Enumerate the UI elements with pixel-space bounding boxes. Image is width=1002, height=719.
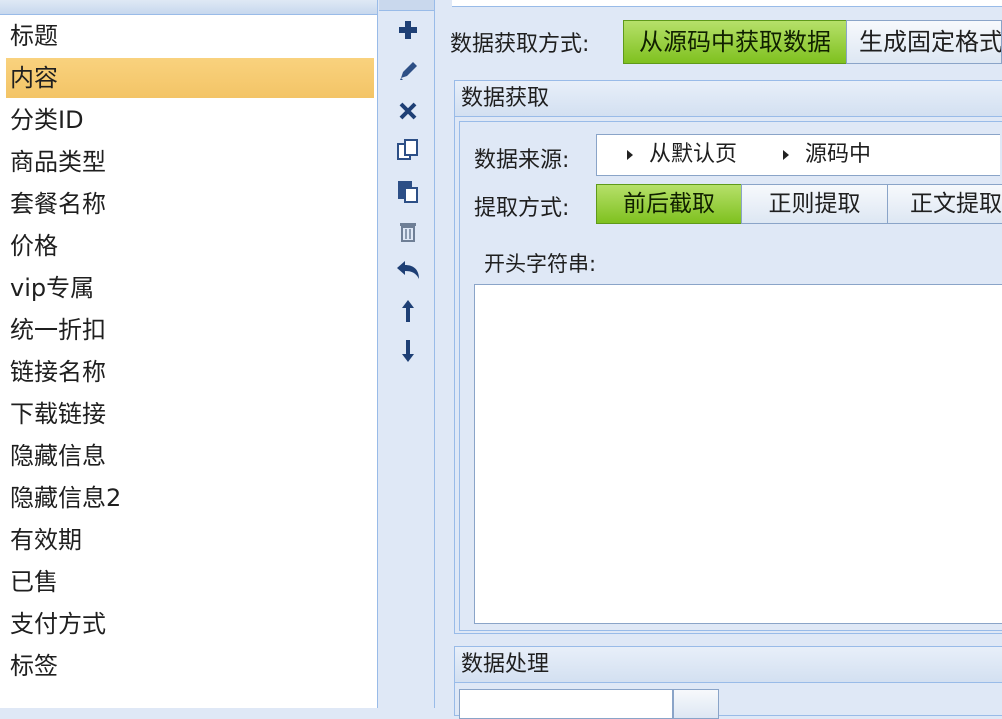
top-strip xyxy=(452,0,1002,7)
delete-field-button[interactable] xyxy=(393,96,423,126)
field-list-header xyxy=(0,0,377,15)
method-label: 提取方式: xyxy=(474,196,570,221)
field-item[interactable]: 隐藏信息 xyxy=(6,436,374,476)
paste-icon xyxy=(398,181,418,203)
field-config-panel: 数据获取方式: 从源码中获取数据 生成固定格式 数据获取 数据来源: 从默认页 … xyxy=(436,0,1002,719)
field-toolbar xyxy=(379,0,435,708)
process-panel: 数据处理 xyxy=(454,646,1002,719)
field-item[interactable]: 链接名称 xyxy=(6,352,374,392)
fetch-panel: 数据获取 数据来源: 从默认页 源码中 提取方式: 前后截取 正则提取 正文提取… xyxy=(454,80,1002,634)
copy-field-button[interactable] xyxy=(393,136,423,166)
field-item[interactable]: 下载链接 xyxy=(6,394,374,434)
field-item[interactable]: 分类ID xyxy=(6,100,374,140)
fetch-panel-body: 数据来源: 从默认页 源码中 提取方式: 前后截取 正则提取 正文提取 开头字符… xyxy=(459,121,1002,631)
acquire-method-label: 数据获取方式: xyxy=(450,32,590,57)
method-body-text-button[interactable]: 正文提取 xyxy=(887,184,1002,224)
field-item[interactable]: 商品类型 xyxy=(6,142,374,182)
field-item[interactable]: 已售 xyxy=(6,562,374,602)
process-panel-title: 数据处理 xyxy=(455,647,1002,683)
chevron-right-icon xyxy=(783,150,789,160)
edit-field-button[interactable] xyxy=(393,56,423,86)
arrow-down-icon xyxy=(402,340,414,362)
field-item[interactable]: 内容 xyxy=(6,58,374,98)
clear-fields-button[interactable] xyxy=(393,216,423,246)
start-string-label: 开头字符串: xyxy=(484,252,597,276)
add-field-button[interactable] xyxy=(393,15,423,45)
process-list-button[interactable] xyxy=(673,689,719,719)
acquire-from-source-button[interactable]: 从源码中获取数据 xyxy=(623,20,847,64)
field-item[interactable]: 标题 xyxy=(6,16,374,56)
field-list: 标题 内容 分类ID 商品类型 套餐名称 价格 vip专属 统一折扣 链接名称 下载链接 隐藏信息隐… xyxy=(0,0,378,708)
source-label: 数据来源: xyxy=(474,148,570,173)
pencil-icon xyxy=(400,62,417,80)
chevron-right-icon xyxy=(627,150,633,160)
field-item[interactable]: vip专属 xyxy=(6,268,374,308)
toolbar-top-strip xyxy=(379,0,434,11)
undo-icon xyxy=(397,261,419,279)
arrow-up-icon xyxy=(402,300,414,322)
move-down-button[interactable] xyxy=(393,336,423,366)
process-list-box[interactable] xyxy=(459,689,673,719)
copy-icon xyxy=(397,139,418,160)
method-before-after-button[interactable]: 前后截取 xyxy=(596,184,742,224)
fetch-panel-title: 数据获取 xyxy=(455,81,1002,117)
field-item[interactable]: 价格 xyxy=(6,226,374,266)
x-icon xyxy=(399,102,417,120)
method-regex-button[interactable]: 正则提取 xyxy=(741,184,888,224)
start-string-textarea[interactable] xyxy=(474,284,1002,624)
source-path-box[interactable]: 从默认页 源码中 xyxy=(596,134,1000,176)
field-item[interactable]: 套餐名称 xyxy=(6,184,374,224)
source-crumb-source-code[interactable]: 源码中 xyxy=(783,135,871,175)
field-item[interactable]: 标签 xyxy=(6,646,374,686)
field-item[interactable]: 有效期 xyxy=(6,520,374,560)
trash-icon xyxy=(400,223,416,242)
move-up-button[interactable] xyxy=(393,296,423,326)
plus-icon xyxy=(399,21,417,39)
field-item[interactable]: 支付方式 xyxy=(6,604,374,644)
field-item[interactable]: 统一折扣 xyxy=(6,310,374,350)
source-crumb-default-page[interactable]: 从默认页 xyxy=(627,135,737,175)
paste-field-button[interactable] xyxy=(393,176,423,206)
acquire-fixed-format-button[interactable]: 生成固定格式 xyxy=(846,20,1002,64)
field-item[interactable]: 隐藏信息2 xyxy=(6,478,374,518)
undo-button[interactable] xyxy=(393,256,423,286)
